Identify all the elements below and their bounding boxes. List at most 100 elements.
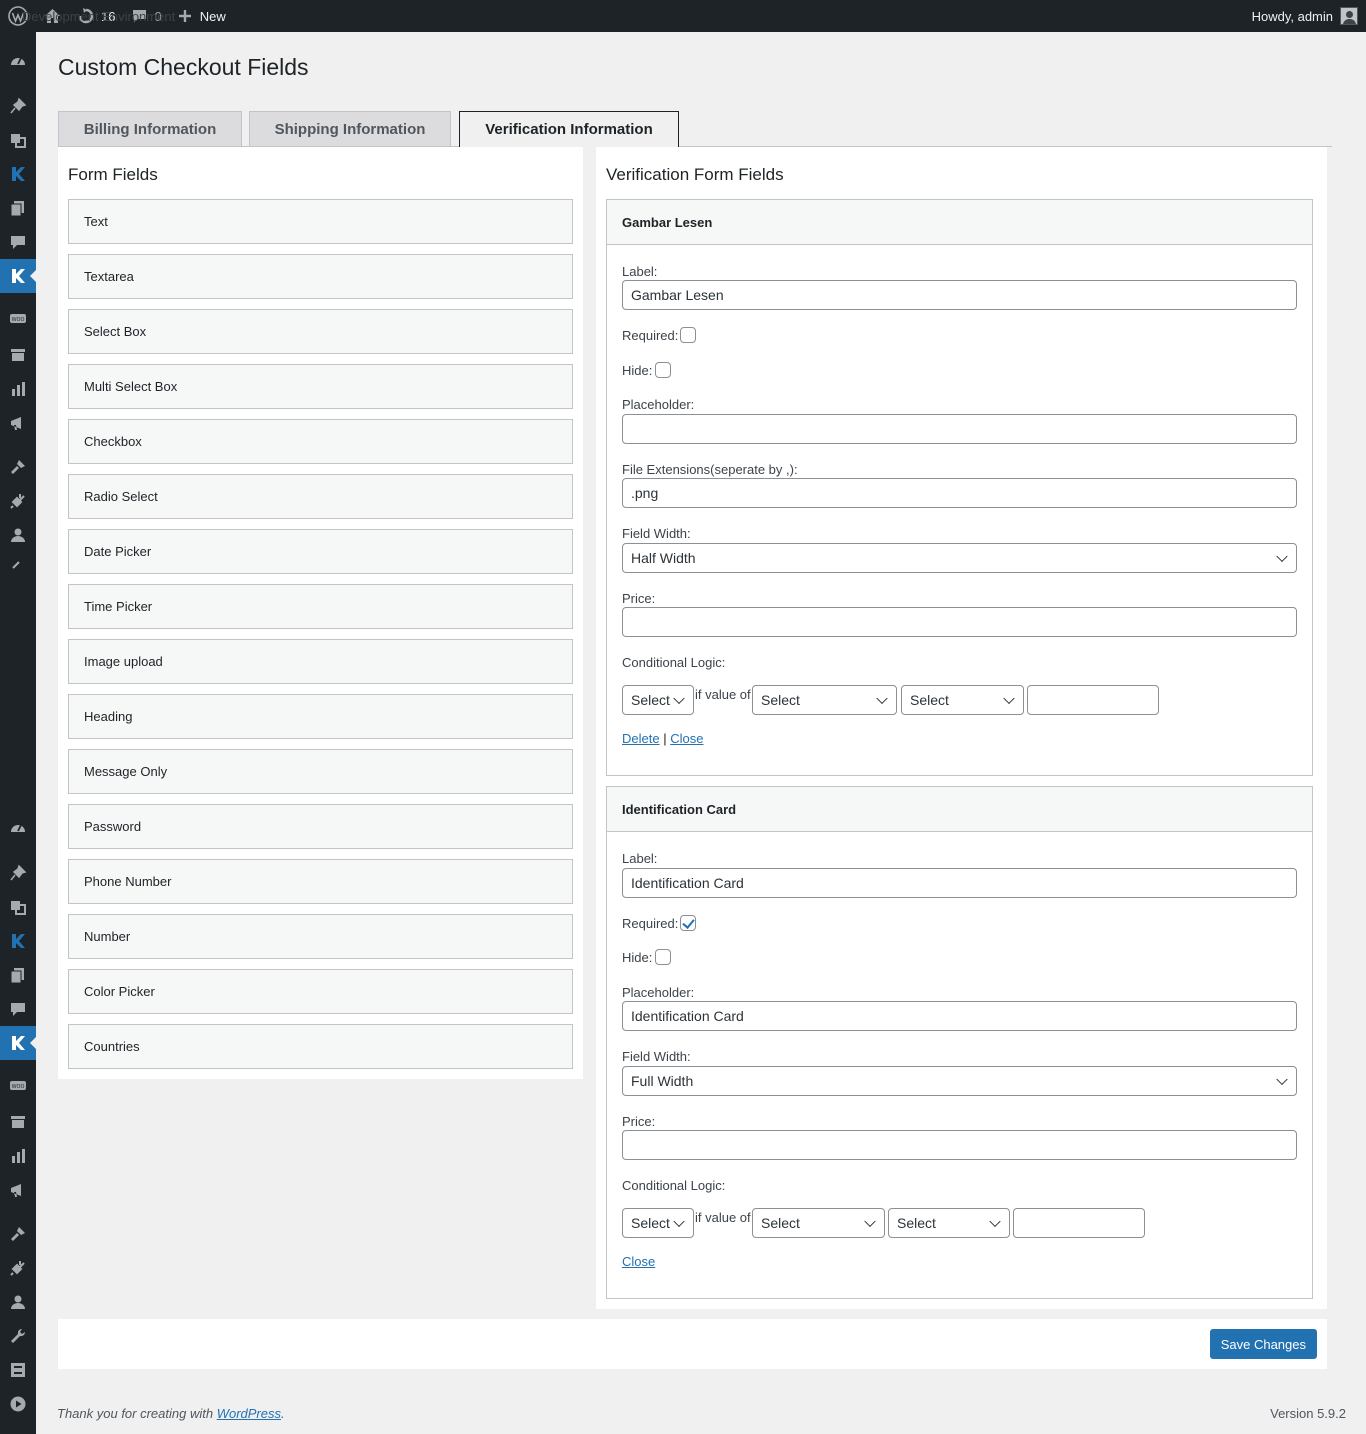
analytics-icon-2[interactable] — [0, 1139, 36, 1173]
close-link[interactable]: Close — [670, 731, 703, 746]
required-checkbox[interactable] — [680, 327, 696, 343]
users-icon[interactable] — [0, 518, 36, 552]
custom-checkout-menu-icon[interactable] — [0, 259, 36, 293]
select-value: Select — [761, 1215, 800, 1231]
field-item-radio-select[interactable]: Radio Select — [68, 474, 573, 519]
field-item-textarea[interactable]: Textarea — [68, 254, 573, 299]
field-item-password[interactable]: Password — [68, 804, 573, 849]
pages-icon-2[interactable] — [0, 958, 36, 992]
howdy-label: Howdy, admin — [1251, 8, 1333, 24]
conditional-operator-select[interactable]: Select — [901, 685, 1024, 715]
pin-icon-2[interactable] — [0, 856, 36, 890]
price-input[interactable] — [622, 1130, 1297, 1160]
plugins-icon[interactable] — [0, 484, 36, 518]
chevron-down-icon — [989, 1215, 1001, 1228]
settings-icon[interactable] — [0, 1353, 36, 1387]
card-actions: Delete | Close — [622, 731, 703, 746]
media-icon-2[interactable] — [0, 890, 36, 924]
custom-checkout-menu-icon-2[interactable] — [0, 1026, 36, 1060]
separator: | — [663, 731, 667, 746]
dashboard-icon[interactable] — [0, 44, 36, 78]
chevron-down-icon — [673, 692, 685, 705]
media-icon[interactable] — [0, 123, 36, 157]
woocommerce-icon-2[interactable]: WOO — [0, 1069, 36, 1103]
field-width-select[interactable]: Full Width — [622, 1066, 1297, 1096]
plugins-icon-2[interactable] — [0, 1251, 36, 1285]
conditional-value-input[interactable] — [1027, 685, 1159, 715]
conditional-operator-select[interactable]: Select — [888, 1208, 1010, 1238]
avatar — [1340, 7, 1358, 25]
products-icon[interactable] — [0, 338, 36, 372]
label-input[interactable]: Gambar Lesen — [622, 280, 1297, 310]
pin-icon[interactable] — [0, 89, 36, 123]
delete-link[interactable]: Delete — [622, 731, 660, 746]
chevron-down-icon — [876, 692, 888, 705]
k-plugin-icon-2[interactable] — [0, 924, 36, 958]
products-icon-2[interactable] — [0, 1105, 36, 1139]
label-input[interactable]: Identification Card — [622, 868, 1297, 898]
hide-checkbox[interactable] — [655, 949, 671, 965]
field-item-heading[interactable]: Heading — [68, 694, 573, 739]
wordpress-link[interactable]: WordPress — [217, 1406, 281, 1421]
tab-verification-information[interactable]: Verification Information — [459, 111, 679, 148]
chevron-down-icon — [864, 1215, 876, 1228]
field-item-multi-select-box[interactable]: Multi Select Box — [68, 364, 573, 409]
placeholder-input[interactable]: Identification Card — [622, 1001, 1297, 1031]
field-item-checkbox[interactable]: Checkbox — [68, 419, 573, 464]
site-name-link[interactable]: Development Environment — [22, 0, 175, 32]
field-item-color-picker[interactable]: Color Picker — [68, 969, 573, 1014]
conditional-field-select[interactable]: Select — [752, 685, 897, 715]
marketing-icon[interactable] — [0, 406, 36, 440]
tab-shipping-information[interactable]: Shipping Information — [249, 111, 451, 147]
analytics-icon[interactable] — [0, 372, 36, 406]
chevron-down-icon — [1276, 1073, 1288, 1086]
play-circle-icon[interactable] — [0, 1387, 36, 1421]
conditional-action-select[interactable]: Select — [622, 685, 694, 715]
hide-caption: Hide: — [622, 950, 653, 965]
card-header[interactable]: Gambar Lesen — [607, 200, 1312, 245]
wrench-icon[interactable] — [0, 1319, 36, 1353]
admin-bar: Development Environment 16 0 New Howdy, … — [0, 0, 1366, 32]
conditional-logic-caption: Conditional Logic: — [622, 1178, 726, 1193]
form-fields-panel: Form Fields Text Textarea Select Box Mul… — [58, 147, 583, 1079]
dashboard-icon-2[interactable] — [0, 811, 36, 845]
conditional-action-select[interactable]: Select — [622, 1208, 694, 1238]
save-changes-button[interactable]: Save Changes — [1209, 1329, 1317, 1359]
k-plugin-icon[interactable] — [0, 157, 36, 191]
tab-billing-information[interactable]: Billing Information — [58, 111, 242, 147]
price-input[interactable] — [622, 607, 1297, 637]
close-link[interactable]: Close — [622, 1254, 655, 1269]
placeholder-caption: Placeholder: — [622, 985, 695, 1000]
field-item-countries[interactable]: Countries — [68, 1024, 573, 1069]
card-header[interactable]: Identification Card — [607, 787, 1312, 832]
price-caption: Price: — [622, 591, 656, 606]
field-item-text[interactable]: Text — [68, 199, 573, 244]
comments-menu-icon[interactable] — [0, 225, 36, 259]
placeholder-input[interactable] — [622, 414, 1297, 444]
required-checkbox[interactable] — [680, 915, 696, 931]
placeholder-caption: Placeholder: — [622, 397, 695, 412]
field-item-time-picker[interactable]: Time Picker — [68, 584, 573, 629]
field-item-date-picker[interactable]: Date Picker — [68, 529, 573, 574]
woocommerce-icon[interactable]: WOO — [0, 302, 36, 336]
marketing-icon-2[interactable] — [0, 1173, 36, 1207]
field-item-phone-number[interactable]: Phone Number — [68, 859, 573, 904]
new-content-link[interactable]: New — [170, 0, 234, 32]
appearance-icon-2[interactable] — [0, 1217, 36, 1251]
field-item-select-box[interactable]: Select Box — [68, 309, 573, 354]
comments-menu-icon-2[interactable] — [0, 992, 36, 1026]
field-item-message-only[interactable]: Message Only — [68, 749, 573, 794]
file-extensions-input[interactable]: .png — [622, 478, 1297, 508]
users-icon-2[interactable] — [0, 1285, 36, 1319]
appearance-icon[interactable] — [0, 450, 36, 484]
conditional-field-select[interactable]: Select — [752, 1208, 885, 1238]
hide-checkbox[interactable] — [655, 362, 671, 378]
field-item-image-upload[interactable]: Image upload — [68, 639, 573, 684]
tools-icon-partial[interactable] — [0, 552, 36, 574]
field-item-number[interactable]: Number — [68, 914, 573, 959]
my-account[interactable]: Howdy, admin — [1252, 0, 1366, 32]
verification-fields-panel: Verification Form Fields Gambar Lesen La… — [596, 147, 1327, 1309]
pages-icon[interactable] — [0, 191, 36, 225]
field-width-select[interactable]: Half Width — [622, 543, 1297, 573]
conditional-value-input[interactable] — [1013, 1208, 1145, 1238]
